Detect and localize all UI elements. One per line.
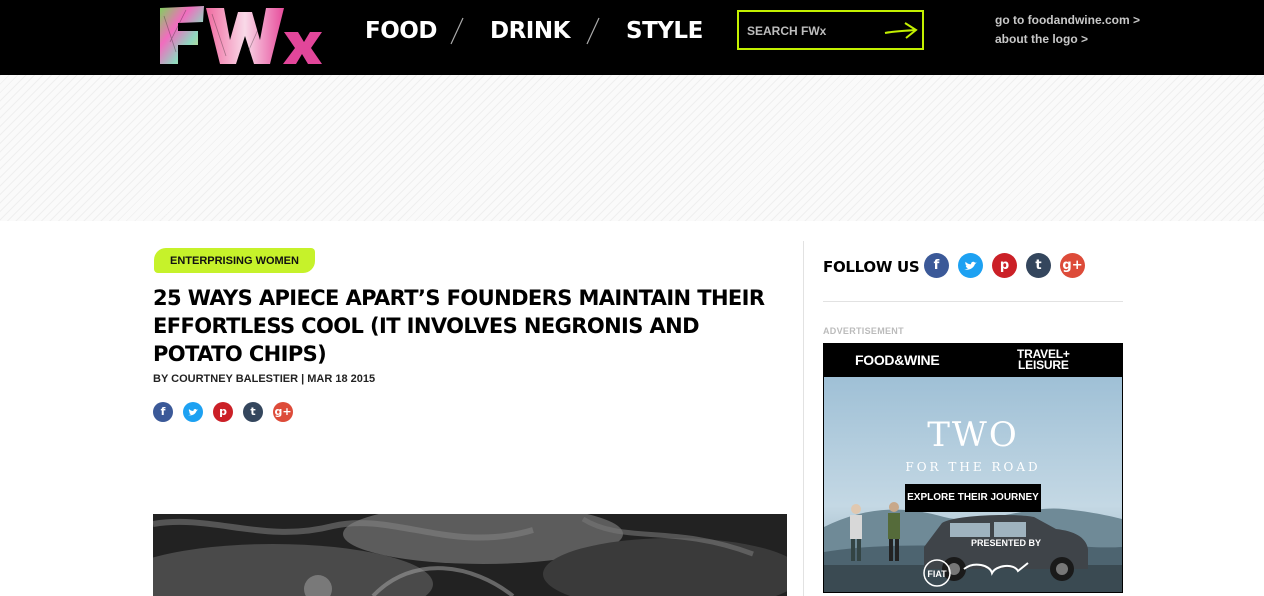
google-plus-icon[interactable]: g+ (1060, 253, 1085, 278)
tumblr-icon[interactable]: t (1026, 253, 1051, 278)
arrow-right-icon[interactable] (883, 20, 919, 42)
facebook-icon[interactable]: f (924, 253, 949, 278)
column-divider (803, 241, 804, 596)
sidebar-divider (823, 301, 1123, 302)
article-headline: 25 WAYS APIECE APART’S FOUNDERS MAINTAIN… (153, 286, 765, 366)
pinterest-icon[interactable]: p (213, 402, 233, 422)
article-byline: BY COURTNEY BALESTIER | MAR 18 2015 (153, 373, 376, 385)
nav-separator (586, 17, 600, 45)
ad-brand2-line2: LEISURE (1018, 358, 1069, 372)
pinterest-icon[interactable]: p (992, 253, 1017, 278)
ad-presented-by: PRESENTED BY (971, 538, 1042, 548)
ad-brand-bar: FOOD&WINE TRAVEL+ LEISURE (823, 343, 1123, 377)
about-logo-link[interactable]: about the logo > (995, 32, 1088, 46)
sidebar-advertisement[interactable]: FOOD&WINE TRAVEL+ LEISURE FIAT TWO FOR T… (823, 343, 1123, 593)
ad-subtitle: FOR THE ROAD (905, 460, 1041, 474)
search-box (737, 10, 924, 50)
foodandwine-link[interactable]: go to foodandwine.com > (995, 13, 1140, 27)
nav-food[interactable]: FOOD (365, 18, 437, 44)
follow-us-label: FOLLOW US (823, 258, 920, 276)
nav-style[interactable]: STYLE (626, 18, 703, 44)
ad-brand-food-wine: FOOD&WINE (855, 352, 940, 368)
fwx-logo[interactable] (156, 2, 322, 70)
twitter-icon[interactable] (183, 402, 203, 422)
tumblr-icon[interactable]: t (243, 402, 263, 422)
ad-brand-travel-leisure: TRAVEL+ LEISURE (1017, 348, 1070, 372)
article-hero-image (153, 514, 787, 596)
google-plus-icon[interactable]: g+ (273, 402, 293, 422)
ad-cta-button[interactable]: EXPLORE THEIR JOURNEY (905, 484, 1041, 512)
nav-drink[interactable]: DRINK (490, 18, 570, 44)
top-ad-banner (0, 75, 1264, 221)
site-header: FOOD DRINK STYLE go to foodandwine.com >… (0, 0, 1264, 75)
advertisement-label: ADVERTISEMENT (823, 326, 904, 336)
ad-title: TWO (927, 415, 1019, 455)
category-tag[interactable]: ENTERPRISING WOMEN (154, 248, 315, 273)
facebook-icon[interactable]: f (153, 402, 173, 422)
search-input[interactable] (747, 22, 877, 40)
svg-text:FIAT: FIAT (927, 569, 947, 579)
twitter-icon[interactable] (958, 253, 983, 278)
nav-separator (450, 17, 464, 45)
